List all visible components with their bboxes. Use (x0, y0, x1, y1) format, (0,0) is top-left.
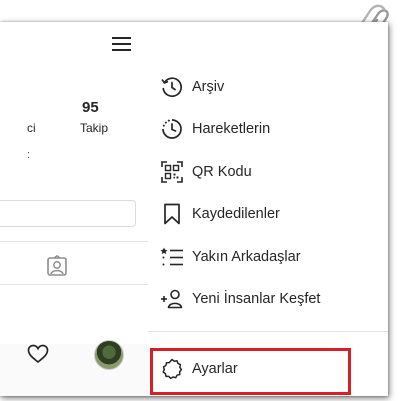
menu-item-activity[interactable]: Hareketlerin (158, 110, 384, 148)
menu-label: Yakın Arkadaşlar (192, 249, 301, 265)
hamburger-menu-button[interactable] (112, 36, 132, 52)
menu-item-saved[interactable]: Kaydedilenler (158, 195, 384, 233)
menu-label: Yeni İnsanlar Keşfet (192, 291, 321, 307)
menu-item-archive[interactable]: Arşiv (158, 68, 384, 106)
followers-label-cut: ci (27, 121, 36, 135)
menu-item-close-friends[interactable]: Yakın Arkadaşlar (158, 238, 384, 276)
settings-highlight-box (150, 348, 351, 395)
tagged-photos-icon[interactable] (46, 255, 68, 277)
drawer-header (148, 22, 388, 68)
following-count: 95 (82, 99, 99, 116)
following-label[interactable]: Takip (80, 121, 108, 135)
qr-code-icon (161, 161, 183, 183)
menu-item-qr-code[interactable]: QR Kodu (158, 153, 384, 191)
screenshot-frame: 95 Takip ci : Arşiv Hareketlerin QR Kodu… (0, 22, 388, 396)
menu-label: QR Kodu (192, 164, 252, 180)
bottom-nav (0, 344, 148, 396)
settings-divider (148, 331, 388, 332)
menu-item-discover-people[interactable]: Yeni İnsanlar Keşfet (158, 280, 384, 318)
tab-divider (0, 241, 148, 242)
bio-text-cut: : (27, 149, 31, 161)
menu-label: Kaydedilenler (192, 206, 280, 222)
heart-icon[interactable] (27, 344, 49, 364)
activity-clock-icon (162, 119, 182, 139)
menu-label: Arşiv (192, 79, 225, 95)
close-friends-icon (160, 247, 183, 266)
menu-label: Hareketlerin (192, 121, 271, 137)
archive-history-icon (161, 77, 182, 97)
add-person-icon (161, 289, 183, 309)
edit-profile-button[interactable] (0, 200, 136, 227)
bookmark-icon (164, 203, 180, 225)
grid-divider (0, 284, 148, 285)
profile-panel: 95 Takip ci : (0, 22, 148, 344)
options-drawer: Arşiv Hareketlerin QR Kodu Kaydedilenler… (148, 68, 388, 396)
profile-avatar[interactable] (94, 340, 124, 370)
